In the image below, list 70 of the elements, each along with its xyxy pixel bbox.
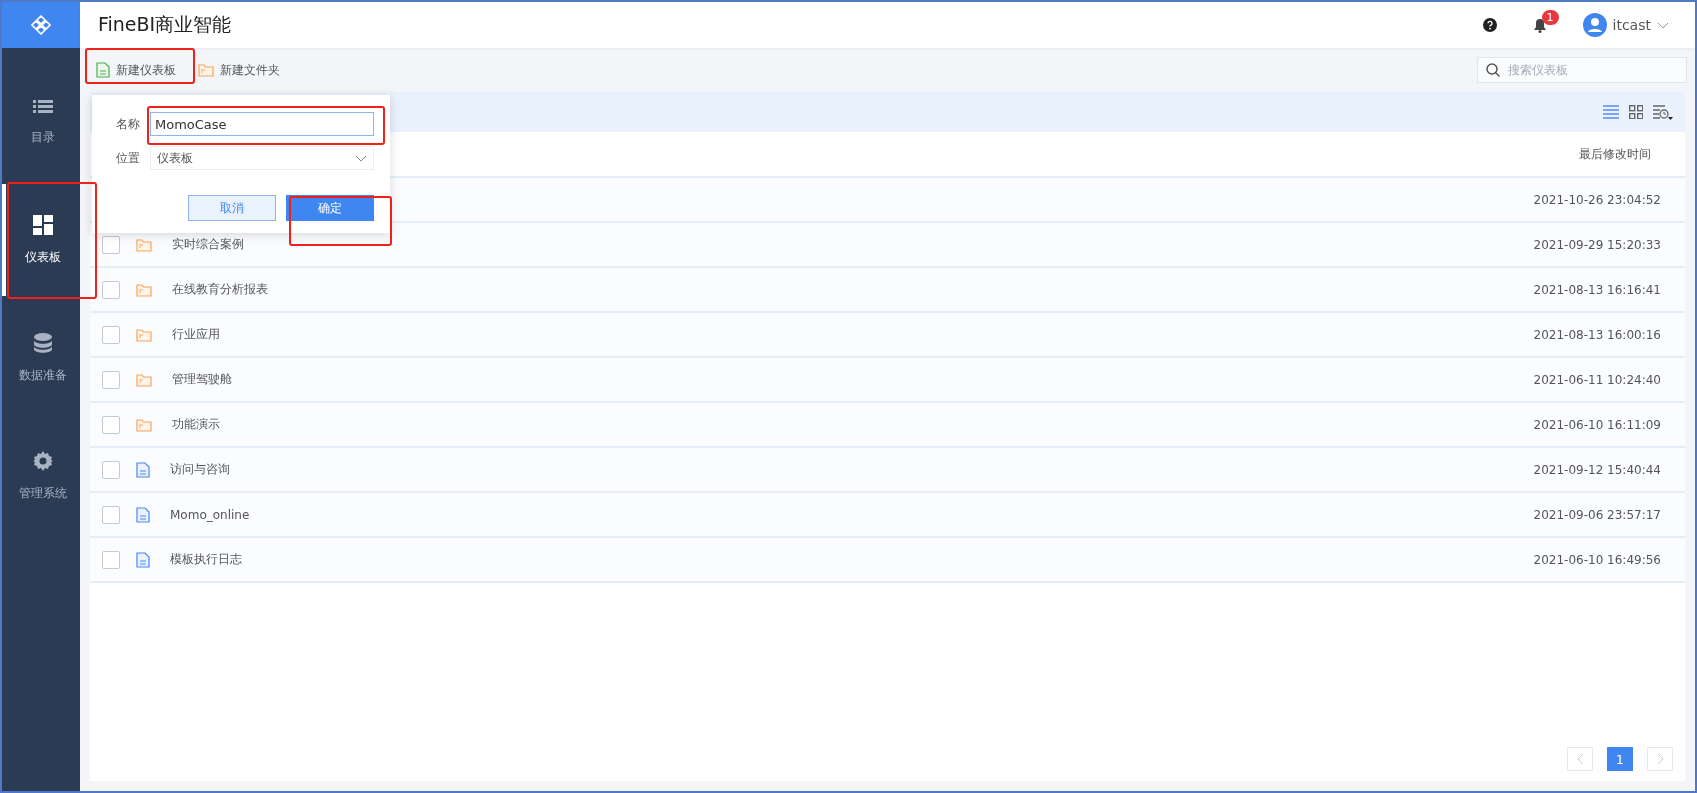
field-label: 名称 — [116, 115, 140, 133]
document-icon — [136, 551, 150, 568]
search-icon — [1486, 63, 1500, 77]
chevron-down-icon[interactable] — [1657, 21, 1669, 29]
checkbox[interactable] — [102, 325, 120, 344]
chevron-down-icon — [355, 154, 367, 162]
modified-time: 2021-08-13 16:16:41 — [1533, 282, 1662, 297]
folder-icon — [136, 237, 152, 252]
toolbar-button[interactable]: 新建文件夹 — [194, 57, 284, 83]
notification-badge: 1 — [1541, 9, 1559, 25]
modified-time: 2021-06-10 16:49:56 — [1533, 552, 1662, 567]
checkbox[interactable] — [102, 415, 120, 434]
modified-time: 2021-10-26 23:04:52 — [1533, 192, 1662, 207]
folder-icon — [136, 327, 152, 342]
app-title: FineBI商业智能 — [98, 12, 233, 37]
checkbox[interactable] — [102, 460, 120, 479]
item-name[interactable]: 管理驾驶舱 — [172, 372, 232, 386]
previous-page-button[interactable] — [1567, 747, 1593, 771]
list-view-icon[interactable] — [1603, 105, 1619, 119]
sidebar-item[interactable]: 仪表板 — [2, 184, 80, 296]
modified-time: 2021-09-29 15:20:33 — [1533, 237, 1662, 252]
modified-time: 2021-06-10 16:11:09 — [1533, 417, 1662, 432]
chevron-right-icon — [1656, 753, 1664, 765]
next-page-button[interactable] — [1647, 747, 1673, 771]
item-name[interactable]: 访问与咨询 — [170, 462, 230, 476]
list-icon — [33, 98, 53, 115]
settings-icon — [33, 450, 53, 471]
toolbar-button[interactable]: 新建仪表板 — [92, 57, 180, 83]
search-placeholder: 搜索仪表板 — [1508, 61, 1568, 79]
checkbox[interactable] — [102, 280, 120, 299]
item-name[interactable]: 在线教育分析报表 — [172, 282, 268, 296]
checkbox[interactable] — [102, 370, 120, 389]
modified-time: 2021-09-06 23:57:17 — [1533, 507, 1662, 522]
folder-icon — [198, 63, 214, 77]
help-icon[interactable] — [1482, 18, 1497, 32]
name-field[interactable]: MomoCase — [150, 112, 374, 136]
sidebar-item[interactable]: 目录 — [2, 66, 80, 178]
logo-icon — [31, 15, 51, 35]
document-icon — [136, 461, 150, 478]
dashboard-icon — [33, 214, 53, 235]
item-name[interactable]: 功能演示 — [172, 417, 220, 431]
checkbox[interactable] — [102, 505, 120, 524]
item-name[interactable]: 实时综合案例 — [172, 237, 244, 251]
database-icon — [34, 332, 52, 353]
chevron-left-icon — [1576, 753, 1584, 765]
folder-icon — [136, 417, 152, 432]
modified-time: 2021-06-11 10:24:40 — [1533, 372, 1662, 387]
confirm-button[interactable]: 确定 — [286, 195, 374, 221]
folder-icon — [136, 372, 152, 387]
column-header: 最后修改时间 — [1579, 145, 1651, 163]
document-icon — [136, 506, 150, 523]
folder-icon — [136, 282, 152, 297]
sort-time-icon[interactable] — [1653, 104, 1673, 120]
bell-icon[interactable] — [1532, 17, 1547, 33]
avatar-icon[interactable] — [1582, 13, 1607, 37]
modified-time: 2021-08-13 16:00:16 — [1533, 327, 1662, 342]
item-name[interactable]: 模板执行日志 — [170, 552, 242, 566]
location-dropdown[interactable]: 仪表板 — [150, 146, 374, 170]
checkbox[interactable] — [102, 235, 120, 254]
user-name[interactable]: itcast — [1612, 17, 1651, 33]
modified-time: 2021-09-12 15:40:44 — [1533, 462, 1662, 477]
checkbox[interactable] — [102, 550, 120, 569]
grid-view-icon[interactable] — [1629, 105, 1643, 119]
item-name[interactable]: 行业应用 — [172, 327, 220, 341]
sidebar-item[interactable]: 数据准备 — [2, 302, 80, 414]
document-icon — [96, 62, 110, 78]
field-label: 位置 — [116, 149, 140, 167]
page-button[interactable]: 1 — [1607, 747, 1633, 771]
sidebar-item[interactable]: 管理系统 — [2, 420, 80, 532]
item-name[interactable]: Momo_online — [170, 507, 250, 522]
